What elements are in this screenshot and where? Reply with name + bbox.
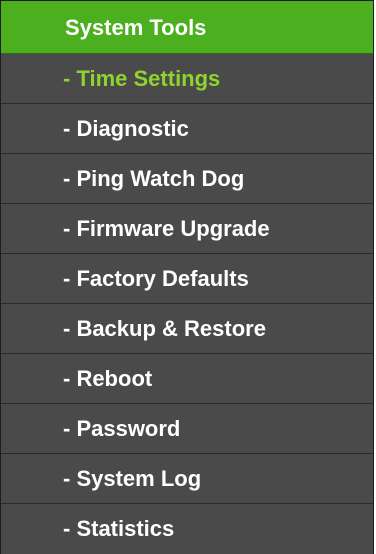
menu-item-backup-restore[interactable]: - Backup & Restore (1, 304, 373, 354)
menu-item-time-settings[interactable]: - Time Settings (1, 54, 373, 104)
menu-item-password[interactable]: - Password (1, 404, 373, 454)
menu-item-diagnostic[interactable]: - Diagnostic (1, 104, 373, 154)
system-tools-menu: System Tools - Time Settings - Diagnosti… (0, 0, 374, 554)
menu-item-system-log[interactable]: - System Log (1, 454, 373, 504)
menu-item-reboot[interactable]: - Reboot (1, 354, 373, 404)
menu-item-statistics[interactable]: - Statistics (1, 504, 373, 554)
menu-item-firmware-upgrade[interactable]: - Firmware Upgrade (1, 204, 373, 254)
menu-header-system-tools[interactable]: System Tools (1, 1, 373, 54)
menu-item-factory-defaults[interactable]: - Factory Defaults (1, 254, 373, 304)
menu-item-ping-watch-dog[interactable]: - Ping Watch Dog (1, 154, 373, 204)
